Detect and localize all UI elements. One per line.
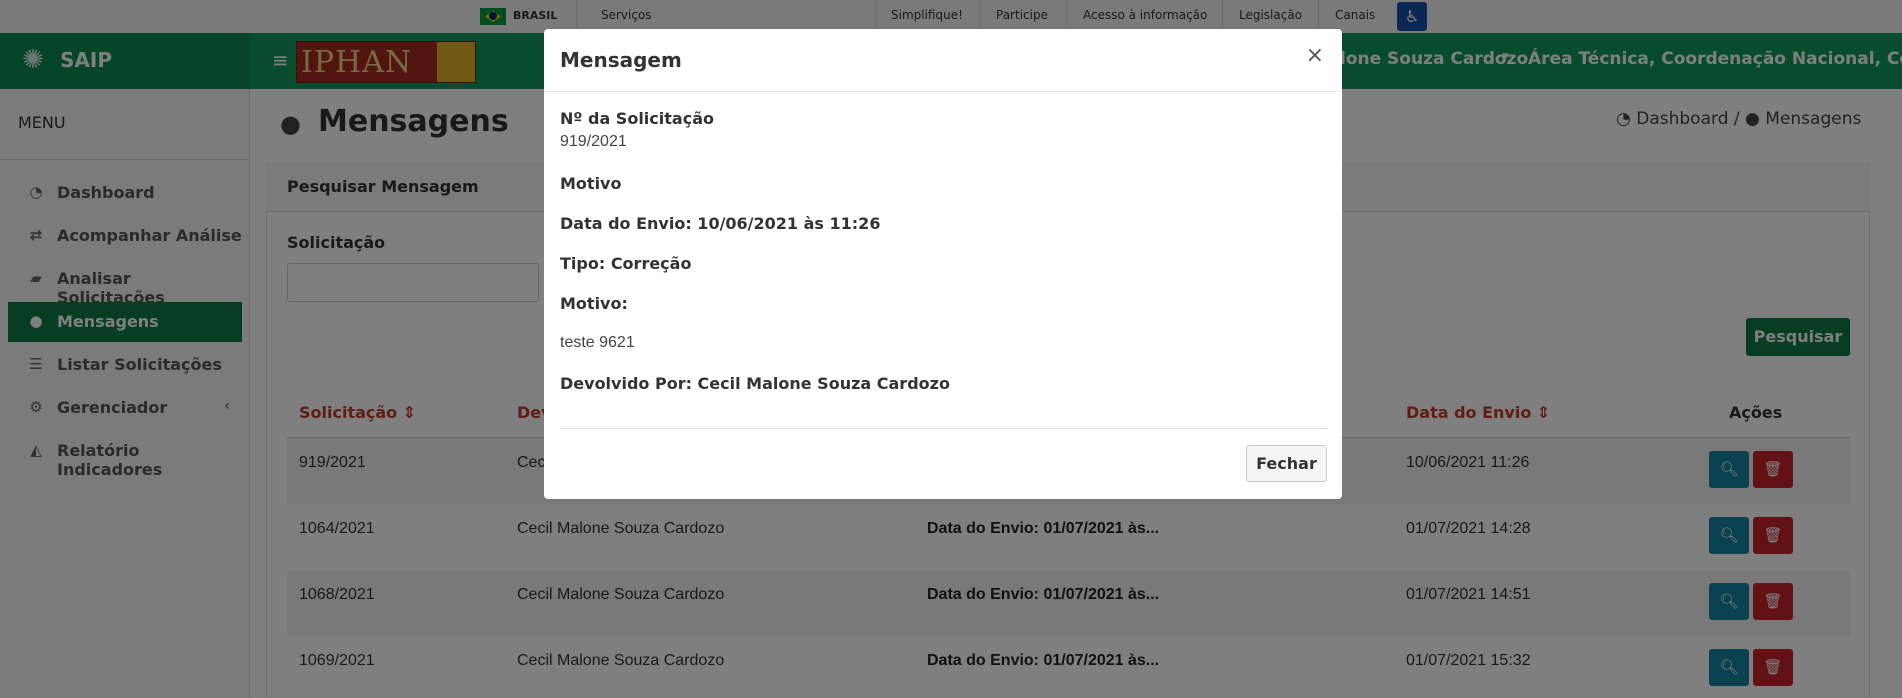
message-modal: Mensagem × Nº da Solicitação 919/2021 Mo…	[544, 29, 1342, 499]
motivo-text: teste 9621	[560, 334, 635, 351]
close-icon[interactable]: ×	[1306, 43, 1324, 68]
modal-title: Mensagem	[560, 48, 682, 72]
tipo-text: Tipo: Correção	[560, 254, 692, 273]
motivo-heading: Motivo	[560, 174, 622, 193]
solicitacao-number-value: 919/2021	[560, 133, 627, 150]
close-button[interactable]: Fechar	[1246, 445, 1327, 482]
solicitacao-number-label: Nº da Solicitação	[560, 109, 714, 128]
motivo-label: Motivo:	[560, 294, 628, 313]
data-envio-text: Data do Envio: 10/06/2021 às 11:26	[560, 214, 881, 233]
devolvido-por-text: Devolvido Por: Cecil Malone Souza Cardoz…	[560, 374, 950, 393]
